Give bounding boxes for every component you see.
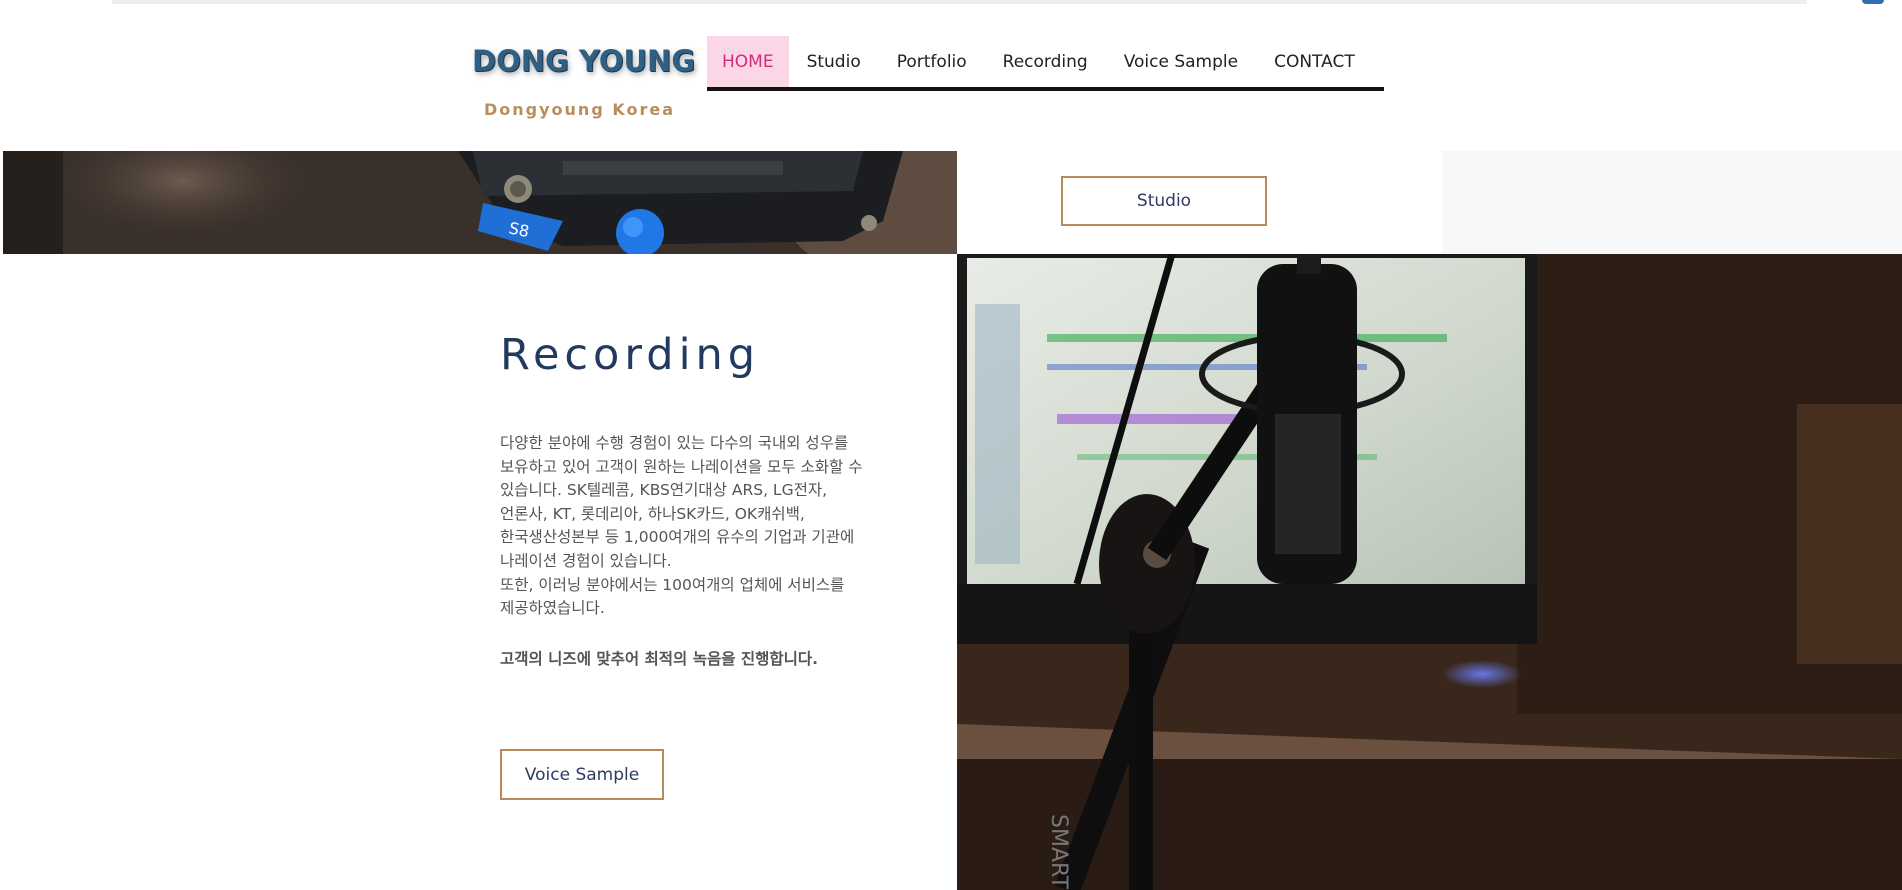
recording-line: 다양한 분야에 수행 경험이 있는 다수의 국내외 성우를 bbox=[500, 434, 849, 452]
voice-sample-button[interactable]: Voice Sample bbox=[500, 749, 664, 800]
gray-filler-panel bbox=[1442, 151, 1902, 254]
main-nav: HOME Studio Portfolio Recording Voice Sa… bbox=[707, 36, 1384, 91]
studio-microphone-photo: SMART bbox=[957, 254, 1902, 890]
svg-text:SMART: SMART bbox=[1046, 814, 1071, 890]
site-subtitle: Dongyoung Korea bbox=[484, 100, 675, 119]
nav-item-contact[interactable]: CONTACT bbox=[1256, 36, 1373, 87]
recording-line: 언론사, KT, 롯데리아, 하나SK카드, OK캐쉬백, bbox=[500, 504, 805, 523]
camera-tripod-photo: S8 bbox=[3, 151, 957, 254]
site-header: DONG YOUNG Dongyoung Korea HOME Studio P… bbox=[0, 4, 1902, 151]
nav-item-voice-sample[interactable]: Voice Sample bbox=[1106, 36, 1256, 87]
recording-description: 다양한 분야에 수행 경험이 있는 다수의 국내외 성우를 보유하고 있어 고객… bbox=[500, 432, 895, 621]
recording-title: Recording bbox=[500, 330, 761, 380]
recording-line: 보유하고 있어 고객이 원하는 나레이션을 모두 소화할 수 bbox=[500, 457, 863, 476]
recording-line: 한국생산성본부 등 1,000여개의 유수의 기업과 기관에 bbox=[500, 528, 855, 547]
site-logo[interactable]: DONG YOUNG bbox=[472, 44, 695, 78]
recording-line: 제공하였습니다. bbox=[500, 599, 605, 618]
recording-line: 있습니다. SK텔레콤, KBS연기대상 ARS, LG전자, bbox=[500, 481, 828, 500]
nav-item-recording[interactable]: Recording bbox=[985, 36, 1106, 87]
recording-emphasis: 고객의 니즈에 맞추어 최적의 녹음을 진행합니다. bbox=[500, 650, 819, 668]
nav-item-home[interactable]: HOME bbox=[707, 36, 789, 87]
studio-button[interactable]: Studio bbox=[1061, 176, 1267, 226]
recording-line: 나레이션 경험이 있습니다. bbox=[500, 551, 672, 570]
camera-tripod-graphic: S8 bbox=[3, 151, 957, 254]
recording-line: 또한, 이러닝 분야에서는 100여개의 업체에 서비스를 bbox=[500, 575, 845, 594]
nav-item-portfolio[interactable]: Portfolio bbox=[879, 36, 985, 87]
nav-item-studio[interactable]: Studio bbox=[789, 36, 879, 87]
microphone-graphic: SMART bbox=[957, 254, 1902, 890]
